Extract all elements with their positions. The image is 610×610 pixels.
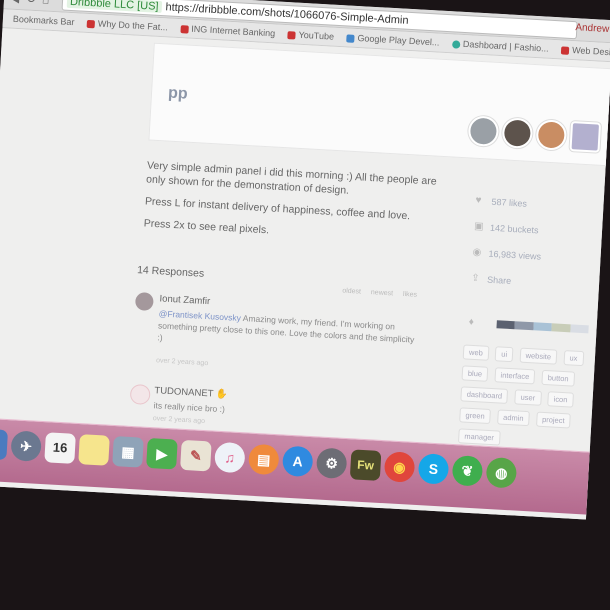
youtube-icon xyxy=(287,30,296,40)
facetime-icon[interactable]: ▶ xyxy=(146,437,178,470)
preview-icon[interactable]: ▦ xyxy=(112,436,144,468)
bookmark-icon xyxy=(346,34,355,43)
palette-drop-icon: ♦ xyxy=(468,316,475,328)
reload-icon[interactable]: ↻ xyxy=(26,0,37,6)
tag[interactable]: icon xyxy=(547,391,574,408)
comment-author[interactable]: Ionut Zamfir xyxy=(159,293,210,307)
itunes-icon[interactable]: ♫ xyxy=(214,441,246,474)
tag[interactable]: website xyxy=(519,347,558,365)
system-preferences-icon[interactable]: ⚙ xyxy=(315,447,348,480)
sort-oldest[interactable]: oldest xyxy=(342,288,361,296)
avatar[interactable] xyxy=(501,117,534,149)
avatar[interactable] xyxy=(134,292,154,312)
avatar[interactable] xyxy=(535,119,568,151)
tag-list: web ui website ux blue interface button … xyxy=(457,344,610,457)
comment-author[interactable]: TUDONANET ✋ xyxy=(154,385,228,400)
skype-icon[interactable]: S xyxy=(417,453,450,485)
sort-likes[interactable]: likes xyxy=(403,291,417,299)
tag[interactable]: admin xyxy=(496,409,531,427)
globe-icon[interactable]: ◍ xyxy=(485,456,518,489)
bookmark-item[interactable]: Bookmarks Bar xyxy=(12,10,75,31)
color-palette[interactable] xyxy=(496,320,589,334)
sort-newest[interactable]: newest xyxy=(371,289,394,297)
tag[interactable]: ux xyxy=(563,350,584,367)
ssl-badge: Dribbble LLC [US] xyxy=(66,0,162,14)
bookmark-icon xyxy=(451,39,461,49)
bookmark-icon xyxy=(86,19,96,28)
eye-icon: ◉ xyxy=(472,246,482,259)
back-icon[interactable]: ◀ xyxy=(10,0,20,5)
leaf-icon[interactable]: ❦ xyxy=(451,455,484,487)
tag[interactable]: manager xyxy=(457,428,501,446)
shot-description: Very simple admin panel i did this morni… xyxy=(143,158,447,255)
profile-chip[interactable]: Andrew xyxy=(575,22,609,35)
palette-swatch[interactable] xyxy=(496,320,516,330)
comment: TUDONANET ✋ its really nice bro :) over … xyxy=(129,383,421,425)
shot-title: pp xyxy=(167,84,189,103)
share-icon: ⇪ xyxy=(470,272,480,285)
tag[interactable]: dashboard xyxy=(460,386,509,404)
heart-icon: ♥ xyxy=(475,194,482,207)
textedit-icon[interactable]: ✎ xyxy=(180,439,212,472)
bookmark-icon xyxy=(180,24,189,34)
comment-body: @Frantisek Kusovsky Amazing work, my fri… xyxy=(157,308,415,345)
tag[interactable]: user xyxy=(514,389,542,406)
palette-swatch[interactable] xyxy=(569,324,589,334)
responses-section: 14 Responses oldest newest likes Ionut Z… xyxy=(129,264,437,425)
launchpad-icon[interactable]: ✈ xyxy=(10,430,42,462)
calendar-icon[interactable]: 16 xyxy=(44,432,76,464)
hand-icon: ✋ xyxy=(215,388,229,401)
tag[interactable]: project xyxy=(535,411,571,429)
chrome-icon[interactable]: ◉ xyxy=(383,451,416,483)
palette-swatch[interactable] xyxy=(551,323,571,333)
finder-icon[interactable]: ☺ xyxy=(0,428,9,461)
avatar[interactable] xyxy=(467,115,500,148)
avatar[interactable] xyxy=(569,121,602,153)
tag[interactable]: green xyxy=(459,407,492,425)
shot-card: pp xyxy=(148,42,610,168)
app-store-icon[interactable]: A xyxy=(281,445,314,478)
home-icon[interactable]: ⌂ xyxy=(42,0,50,7)
screen: ◀ ↻ ⌂ Dribbble LLC [US]https://dribbble.… xyxy=(0,0,610,520)
fireworks-icon[interactable]: Fw xyxy=(349,449,382,481)
ibooks-icon[interactable]: ▤ xyxy=(247,443,280,476)
bucket-icon: ▣ xyxy=(473,220,484,233)
bookmark-icon xyxy=(560,46,570,55)
tag[interactable]: web xyxy=(462,344,490,361)
avatar[interactable] xyxy=(129,383,151,405)
tag[interactable]: button xyxy=(541,369,576,387)
tag[interactable]: blue xyxy=(461,365,489,382)
notes-icon[interactable] xyxy=(78,434,110,466)
bookmark-item[interactable]: YouTube xyxy=(287,25,334,46)
comment-time[interactable]: over 2 years ago xyxy=(156,357,208,367)
responses-title: 14 Responses xyxy=(136,264,205,280)
shot-sidebar: ♥ 587 likes ▣ 142 buckets ◉ 16,983 views ⇪ S… xyxy=(445,194,610,500)
tag[interactable]: interface xyxy=(494,367,536,385)
bookmark-item[interactable]: Web Design xyxy=(560,40,610,61)
palette-swatch[interactable] xyxy=(533,322,553,332)
palette-swatch[interactable] xyxy=(514,321,534,331)
tag[interactable]: ui xyxy=(494,346,514,363)
comment-time[interactable]: over 2 years ago xyxy=(153,415,205,425)
